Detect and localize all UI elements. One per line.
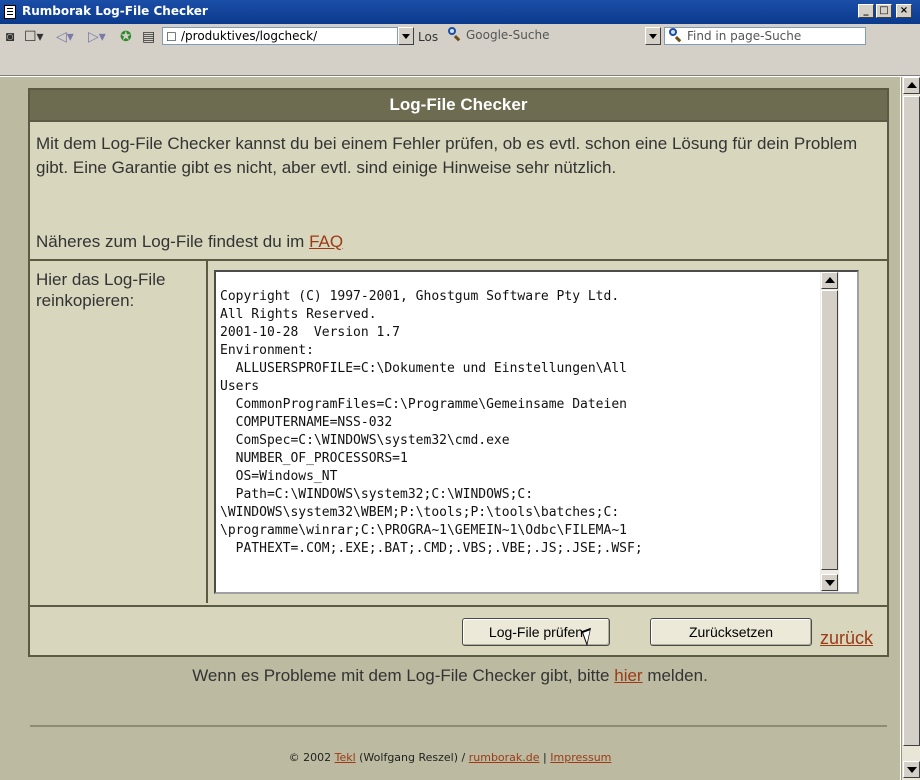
footer: © 2002 Tekl (Wolfgang Reszel) / rumborak… xyxy=(0,751,900,764)
close-button[interactable]: × xyxy=(896,4,912,18)
window-titlebar: Rumborak Log-File Checker _ □ × xyxy=(0,0,920,24)
log-textarea[interactable]: Copyright (C) 1997-2001, Ghostgum Softwa… xyxy=(214,270,859,594)
minimize-button[interactable]: _ xyxy=(858,4,874,18)
author-link[interactable]: Tekl xyxy=(335,751,356,764)
log-checker-panel: Log-File Checker Mit dem Log-File Checke… xyxy=(28,88,889,657)
textarea-scrollbar[interactable] xyxy=(820,272,839,592)
textarea-scroll-thumb[interactable] xyxy=(821,290,838,570)
back-link[interactable]: zurück xyxy=(820,628,873,649)
back-icon[interactable]: ◁▾ xyxy=(56,28,74,44)
textarea-scroll-down[interactable] xyxy=(821,574,838,591)
footer-separator: | xyxy=(539,751,551,764)
print-icon[interactable]: ▤ xyxy=(142,28,155,44)
report-here-link[interactable]: hier xyxy=(614,666,642,685)
footer-author-rest: (Wolfgang Reszel) / xyxy=(355,751,469,764)
search-dropdown[interactable] xyxy=(645,27,661,45)
problem-report-line: Wenn es Probleme mit dem Log-File Checke… xyxy=(0,666,900,686)
scroll-thumb[interactable] xyxy=(903,96,920,746)
faq-prefix: Näheres zum Log-File findest du im xyxy=(36,232,310,251)
browser-toolbar: ◙ ☐▾ ◁▾ ▷▾ ✪ ▤ /produktives/logcheck/ ☐ … xyxy=(0,24,920,76)
search-icon xyxy=(448,27,462,41)
google-search-input[interactable]: Google-Suche xyxy=(444,27,642,45)
page-scrollbar[interactable] xyxy=(901,77,920,780)
reset-button[interactable]: Zurücksetzen xyxy=(650,618,812,646)
address-dropdown[interactable] xyxy=(398,27,414,45)
camera-icon[interactable]: ◙ xyxy=(6,28,14,44)
button-row: Log-File prüfen Zurücksetzen zurück xyxy=(30,605,887,657)
paste-label-cell: Hier das Log-File reinkopieren: xyxy=(30,261,208,603)
new-page-icon[interactable]: ☐▾ xyxy=(24,28,44,44)
faq-link[interactable]: FAQ xyxy=(309,232,343,251)
search-placeholder: Google-Suche xyxy=(466,28,550,42)
paste-label: Hier das Log-File reinkopieren: xyxy=(36,270,166,310)
find-in-page-input[interactable]: Find in page-Suche xyxy=(664,27,866,45)
textarea-scroll-up[interactable] xyxy=(821,272,838,289)
maximize-button[interactable]: □ xyxy=(876,4,892,18)
impressum-link[interactable]: Impressum xyxy=(550,751,611,764)
site-link[interactable]: rumborak.de xyxy=(469,751,540,764)
page-icon-small: ☐ xyxy=(166,30,177,44)
forward-icon[interactable]: ▷▾ xyxy=(88,28,106,44)
footer-copyright: © 2002 xyxy=(288,751,335,764)
find-icon xyxy=(669,28,683,42)
faq-line: Näheres zum Log-File findest du im FAQ xyxy=(36,232,343,252)
scroll-down-button[interactable] xyxy=(903,761,920,778)
find-placeholder: Find in page-Suche xyxy=(687,29,802,43)
window-title: Rumborak Log-File Checker xyxy=(22,4,208,18)
log-text[interactable]: Copyright (C) 1997-2001, Ghostgum Softwa… xyxy=(220,288,820,558)
page-icon xyxy=(4,5,16,19)
panel-title: Log-File Checker xyxy=(30,90,887,122)
address-input[interactable]: /produktives/logcheck/ xyxy=(162,27,398,45)
divider xyxy=(30,725,887,727)
scroll-up-button[interactable] xyxy=(903,77,920,94)
problem-prefix: Wenn es Probleme mit dem Log-File Checke… xyxy=(192,666,615,685)
intro-section: Mit dem Log-File Checker kannst du bei e… xyxy=(30,122,887,261)
go-button[interactable]: Los xyxy=(418,29,438,45)
intro-text: Mit dem Log-File Checker kannst du bei e… xyxy=(36,134,858,177)
reload-icon[interactable]: ✪ xyxy=(120,28,132,44)
problem-suffix: melden. xyxy=(642,666,708,685)
